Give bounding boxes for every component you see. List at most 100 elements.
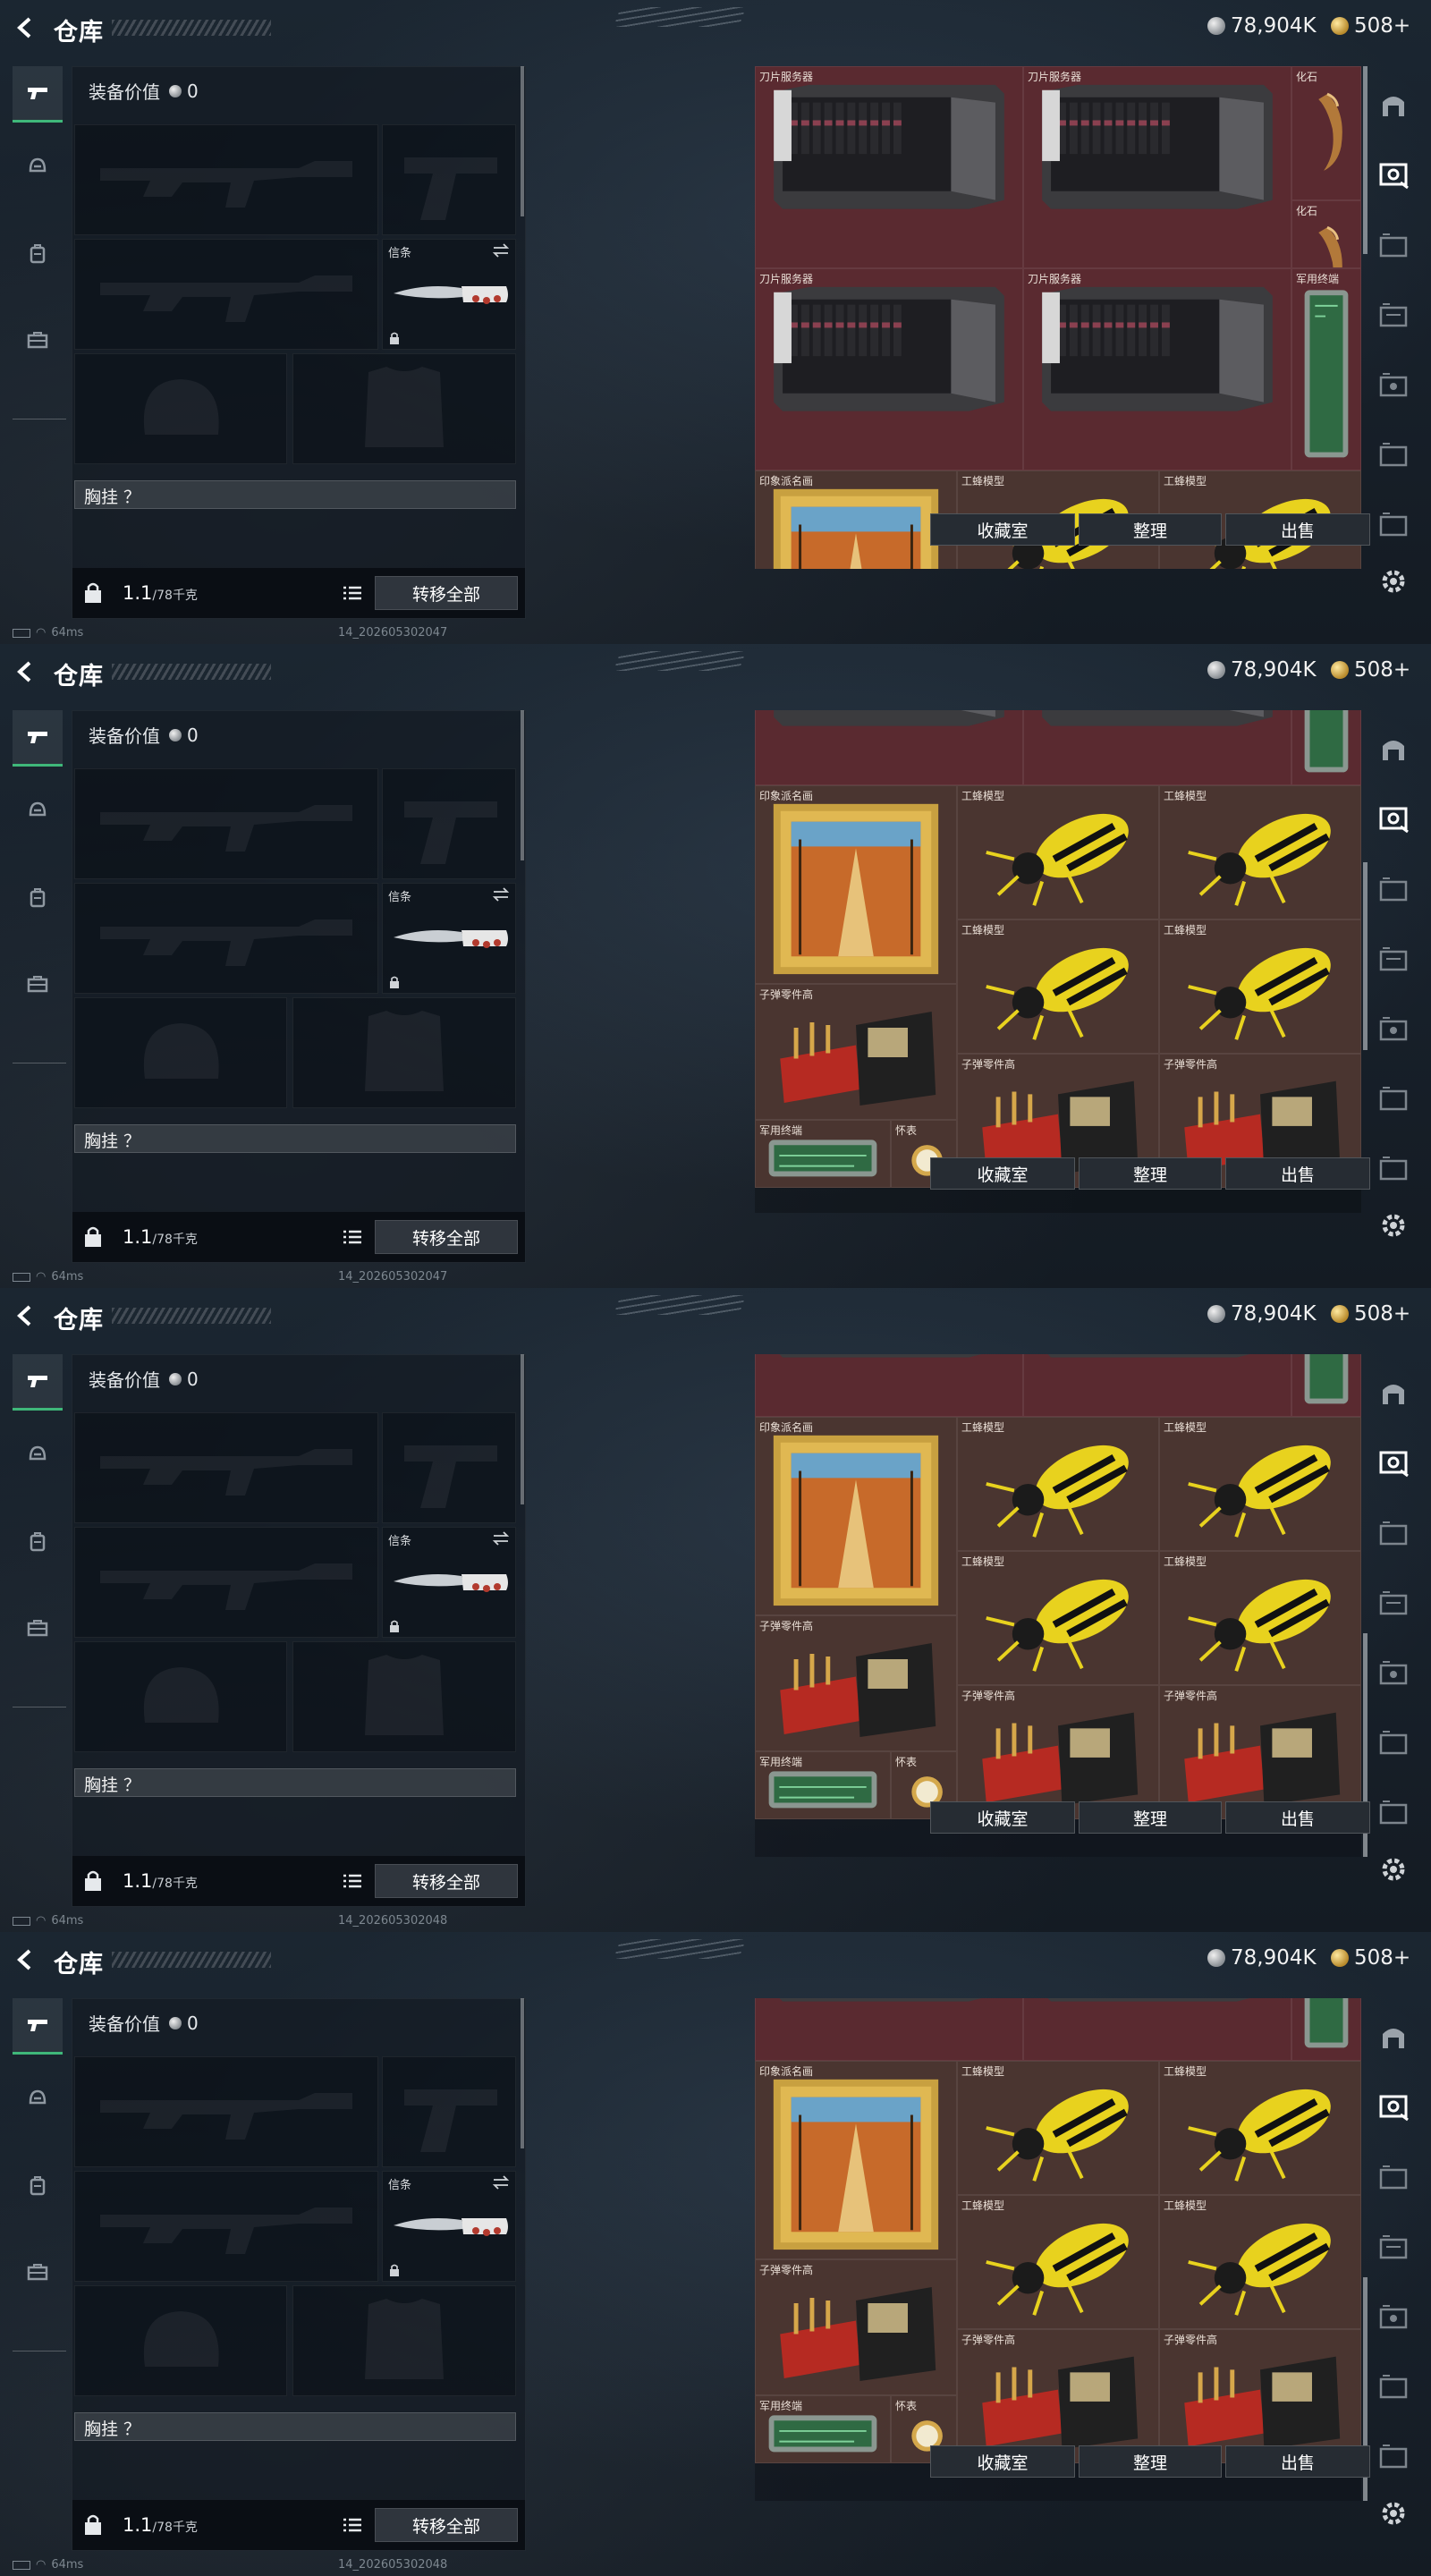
- silver-currency[interactable]: 78,904K: [1207, 1302, 1317, 1326]
- stash-item-impressionist-painting[interactable]: 印象派名画: [755, 470, 957, 569]
- stash-grid[interactable]: 刀片服务器 刀片服务器 化石 化石 刀片服务器 刀片服务器 军用终端 印象派名画…: [755, 710, 1361, 1213]
- stash-item-blade-server[interactable]: 刀片服务器: [755, 1998, 1023, 2061]
- arch-tab-icon[interactable]: [1374, 730, 1413, 769]
- collection-button[interactable]: 收藏室: [930, 1801, 1075, 1834]
- nav-backpack-tab[interactable]: [13, 1515, 63, 1569]
- stash-page-1-icon[interactable]: [1374, 156, 1413, 195]
- silver-currency[interactable]: 78,904K: [1207, 14, 1317, 38]
- stash-page-1-icon[interactable]: [1374, 800, 1413, 839]
- stash-item-blade-server[interactable]: 刀片服务器: [755, 66, 1023, 268]
- stash-item-worker-bee-model[interactable]: 工蜂模型: [1159, 1417, 1361, 1551]
- stash-item-blade-server[interactable]: 刀片服务器: [755, 710, 1023, 785]
- stash-item-impressionist-painting[interactable]: 印象派名画: [755, 1417, 957, 1615]
- helmet-slot[interactable]: [74, 353, 287, 464]
- nav-backpack-tab[interactable]: [13, 871, 63, 925]
- stash-page-6-icon[interactable]: [1374, 436, 1413, 476]
- stash-item-military-terminal[interactable]: 军用终端: [1291, 710, 1361, 785]
- nav-armor-tab[interactable]: [13, 1428, 63, 1481]
- move-all-button[interactable]: 转移全部: [375, 2508, 518, 2542]
- stash-item-worker-bee-model[interactable]: 工蜂模型: [957, 1551, 1159, 1685]
- stash-item-military-terminal[interactable]: 军用终端: [755, 1751, 891, 1819]
- nav-weapon-tab[interactable]: [13, 1354, 63, 1411]
- stash-item-bullet-parts-high[interactable]: 子弹零件高: [1159, 1685, 1361, 1819]
- back-arrow-icon[interactable]: [13, 658, 39, 685]
- settings-gear-icon[interactable]: [1377, 1853, 1410, 1885]
- sidearm-slot[interactable]: [382, 124, 516, 235]
- secondary-weapon-slot[interactable]: [74, 1527, 378, 1638]
- gold-currency[interactable]: 508+: [1331, 1302, 1410, 1326]
- helmet-slot[interactable]: [74, 1641, 287, 1752]
- primary-weapon-slot[interactable]: [74, 2056, 378, 2167]
- stash-page-7-icon[interactable]: [1374, 506, 1413, 546]
- helmet-slot[interactable]: [74, 997, 287, 1108]
- gold-currency[interactable]: 508+: [1331, 658, 1410, 682]
- melee-slot[interactable]: 信条: [382, 883, 516, 994]
- body-armor-slot[interactable]: [292, 2285, 516, 2396]
- settings-gear-icon[interactable]: [1377, 1209, 1410, 1241]
- stash-page-1-icon[interactable]: [1374, 2088, 1413, 2127]
- sort-button[interactable]: 整理: [1079, 513, 1222, 546]
- list-icon[interactable]: [343, 584, 362, 602]
- sidearm-slot[interactable]: [382, 1412, 516, 1523]
- stash-grid[interactable]: 刀片服务器 刀片服务器 化石 化石 刀片服务器 刀片服务器 军用终端 印象派名画…: [755, 1998, 1361, 2501]
- primary-weapon-slot[interactable]: [74, 768, 378, 879]
- stash-item-bullet-parts-high[interactable]: 子弹零件高: [957, 2329, 1159, 2463]
- stash-grid[interactable]: 刀片服务器 刀片服务器 化石 化石 刀片服务器 刀片服务器 军用终端 印象派名画…: [755, 1354, 1361, 1857]
- equipment-scrollbar[interactable]: [521, 66, 524, 216]
- stash-scrollbar[interactable]: [1363, 862, 1367, 1050]
- nav-weapon-tab[interactable]: [13, 710, 63, 767]
- move-all-button[interactable]: 转移全部: [375, 1864, 518, 1898]
- sort-button[interactable]: 整理: [1079, 1801, 1222, 1834]
- settings-gear-icon[interactable]: [1377, 565, 1410, 597]
- stash-page-4-icon[interactable]: [1374, 1515, 1413, 1555]
- stash-page-3-icon[interactable]: [1374, 297, 1413, 336]
- stash-item-worker-bee-model[interactable]: 工蜂模型: [957, 2061, 1159, 2195]
- stash-page-4-icon[interactable]: [1374, 2159, 1413, 2199]
- arch-tab-icon[interactable]: [1374, 2018, 1413, 2057]
- stash-item-military-terminal[interactable]: 军用终端: [755, 2395, 891, 2463]
- stash-page-3-icon[interactable]: [1374, 941, 1413, 980]
- list-icon[interactable]: [343, 1872, 362, 1890]
- melee-slot[interactable]: 信条: [382, 1527, 516, 1638]
- arch-tab-icon[interactable]: [1374, 86, 1413, 125]
- stash-item-bullet-parts-high[interactable]: 子弹零件高: [1159, 2329, 1361, 2463]
- stash-item-worker-bee-model[interactable]: 工蜂模型: [1159, 785, 1361, 919]
- nav-case-tab[interactable]: [13, 313, 63, 367]
- stash-item-worker-bee-model[interactable]: 工蜂模型: [957, 919, 1159, 1054]
- stash-item-bullet-parts-high[interactable]: 子弹零件高: [755, 984, 957, 1120]
- list-icon[interactable]: [343, 1228, 362, 1246]
- stash-item-worker-bee-model[interactable]: 工蜂模型: [957, 2195, 1159, 2329]
- stash-page-3-icon[interactable]: [1374, 1585, 1413, 1624]
- swap-icon[interactable]: [492, 887, 510, 902]
- equipment-scrollbar[interactable]: [521, 710, 524, 860]
- body-armor-slot[interactable]: [292, 1641, 516, 1752]
- list-icon[interactable]: [343, 2516, 362, 2534]
- stash-item-blade-server[interactable]: 刀片服务器: [1023, 710, 1291, 785]
- sell-button[interactable]: 出售: [1225, 513, 1370, 546]
- equipment-scrollbar[interactable]: [521, 1998, 524, 2148]
- nav-case-tab[interactable]: [13, 1601, 63, 1655]
- stash-item-military-terminal[interactable]: 军用终端: [1291, 1998, 1361, 2061]
- stash-scrollbar[interactable]: [1363, 66, 1367, 254]
- nav-weapon-tab[interactable]: [13, 66, 63, 123]
- sell-button[interactable]: 出售: [1225, 1801, 1370, 1834]
- nav-weapon-tab[interactable]: [13, 1998, 63, 2055]
- collection-button[interactable]: 收藏室: [930, 513, 1075, 546]
- sidearm-slot[interactable]: [382, 2056, 516, 2167]
- stash-page-6-icon[interactable]: [1374, 1724, 1413, 1764]
- stash-item-worker-bee-model[interactable]: 工蜂模型: [1159, 2195, 1361, 2329]
- stash-page-7-icon[interactable]: [1374, 2438, 1413, 2478]
- stash-page-7-icon[interactable]: [1374, 1150, 1413, 1190]
- move-all-button[interactable]: 转移全部: [375, 576, 518, 610]
- stash-item-fossil[interactable]: 化石: [1291, 200, 1361, 268]
- stash-page-5-icon[interactable]: [1374, 1655, 1413, 1694]
- equipment-scrollbar[interactable]: [521, 1354, 524, 1504]
- stash-item-military-terminal[interactable]: 军用终端: [1291, 1354, 1361, 1417]
- chest-rig-slot[interactable]: 胸挂 ？: [74, 1768, 516, 1797]
- nav-case-tab[interactable]: [13, 957, 63, 1011]
- melee-slot[interactable]: 信条: [382, 2171, 516, 2282]
- stash-item-worker-bee-model[interactable]: 工蜂模型: [1159, 2061, 1361, 2195]
- settings-gear-icon[interactable]: [1377, 2497, 1410, 2529]
- back-arrow-icon[interactable]: [13, 1946, 39, 1973]
- stash-page-6-icon[interactable]: [1374, 1080, 1413, 1120]
